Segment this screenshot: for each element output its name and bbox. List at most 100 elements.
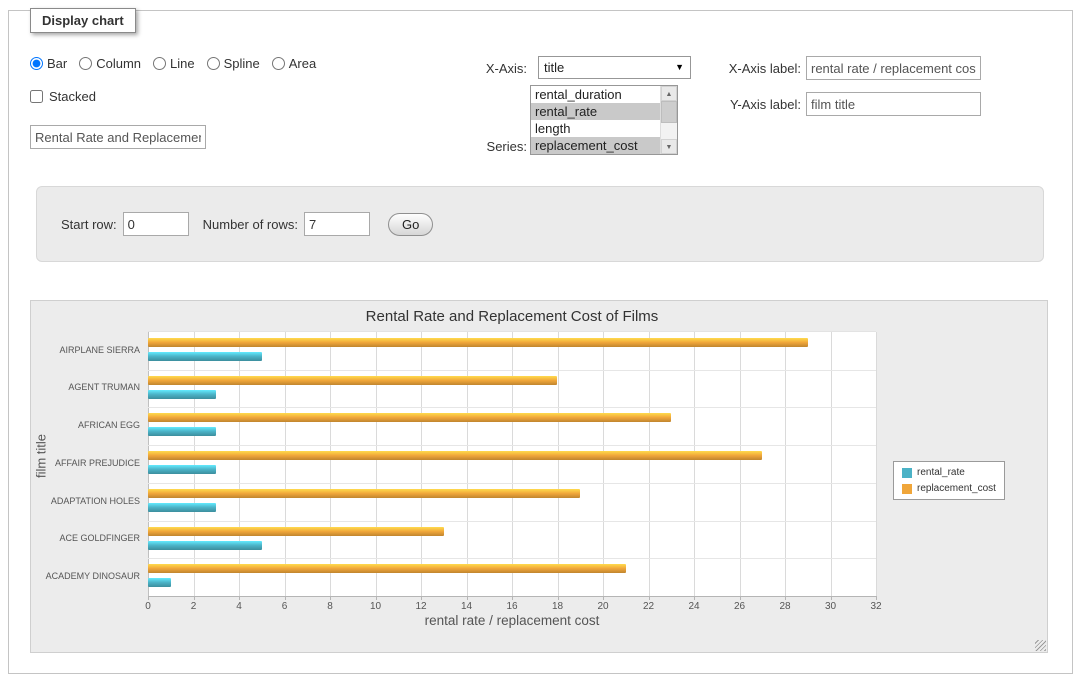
x-tick-label: 18 [552, 601, 563, 612]
series-option-rental_rate[interactable]: rental_rate [531, 103, 661, 120]
x-tick-label: 2 [191, 601, 197, 612]
x-axis-select[interactable]: title ▼ [538, 56, 691, 79]
tick-mark [603, 596, 604, 600]
series-scrollbar[interactable]: ▲ ▼ [660, 86, 677, 154]
x-tick-label: 6 [282, 601, 288, 612]
x-axis-ticks: 02468101214161820222426283032 [148, 596, 876, 614]
category-label: ACE GOLDFINGER [59, 533, 140, 543]
tick-mark [421, 596, 422, 600]
x-tick-label: 32 [870, 601, 881, 612]
chart-panel: Rental Rate and Replacement Cost of Film… [30, 300, 1048, 653]
bar-replacement_cost [148, 451, 762, 460]
display-chart-fieldset: Display chart Bar Column Line Spline Area St… [8, 10, 1073, 674]
x-tick-label: 8 [327, 601, 333, 612]
bar-replacement_cost [148, 564, 626, 573]
category-label: AIRPLANE SIERRA [59, 345, 140, 355]
tick-mark [467, 596, 468, 600]
tick-mark [785, 596, 786, 600]
bar-rental_rate [148, 465, 216, 474]
x-tick-label: 26 [734, 601, 745, 612]
legend-label: rental_rate [917, 467, 965, 478]
x-axis-title-input[interactable] [806, 56, 981, 80]
plot-area: AIRPLANE SIERRAAGENT TRUMANAFRICAN EGGAF… [148, 331, 876, 597]
x-tick-label: 20 [597, 601, 608, 612]
series-option-length[interactable]: length [531, 120, 661, 137]
series-listbox[interactable]: rental_durationrental_ratelengthreplacem… [530, 85, 678, 155]
category-label: ADAPTATION HOLES [51, 496, 140, 506]
start-row-label: Start row: [61, 217, 117, 232]
series-label-text: Series: [427, 139, 527, 154]
page: Display chart Bar Column Line Spline Area St… [0, 0, 1081, 681]
chart-type-option-bar[interactable]: Bar [30, 56, 67, 71]
bar-rental_rate [148, 503, 216, 512]
x-tick-label: 22 [643, 601, 654, 612]
stacked-option[interactable]: Stacked [30, 89, 96, 104]
number-of-rows-label: Number of rows: [203, 217, 298, 232]
x-tick-label: 28 [779, 601, 790, 612]
x-tick-label: 14 [461, 601, 472, 612]
chart-type-option-line[interactable]: Line [153, 56, 195, 71]
chevron-down-icon: ▼ [675, 57, 684, 78]
chart-type-option-spline[interactable]: Spline [207, 56, 260, 71]
x-axis-selected-value: title [544, 60, 564, 75]
chart-title-input[interactable] [30, 125, 206, 149]
chart-type-radio-bar[interactable] [30, 57, 43, 70]
x-tick-label: 24 [688, 601, 699, 612]
scrollbar-thumb[interactable] [661, 101, 677, 123]
tick-mark [558, 596, 559, 600]
bar-replacement_cost [148, 338, 808, 347]
category-band: AFRICAN EGG [148, 407, 876, 445]
x-tick-label: 30 [825, 601, 836, 612]
chart-type-radio-line[interactable] [153, 57, 166, 70]
tick-mark [239, 596, 240, 600]
category-label: ACADEMY DINOSAUR [46, 571, 140, 581]
series-options: rental_durationrental_ratelengthreplacem… [531, 86, 661, 154]
fieldset-legend: Display chart [30, 8, 136, 33]
tick-mark [330, 596, 331, 600]
rows-panel: Start row: Number of rows: Go [36, 186, 1044, 262]
category-label: AFFAIR PREJUDICE [55, 458, 140, 468]
category-band: AGENT TRUMAN [148, 370, 876, 408]
category-band: AFFAIR PREJUDICE [148, 445, 876, 483]
category-band: AIRPLANE SIERRA [148, 332, 876, 370]
scroll-down-icon[interactable]: ▼ [661, 139, 677, 154]
chart-type-option-label: Line [170, 56, 195, 71]
chart-type-option-label: Area [289, 56, 316, 71]
tick-mark [740, 596, 741, 600]
chart-type-radio-spline[interactable] [207, 57, 220, 70]
resize-grip-icon[interactable] [1035, 640, 1046, 651]
series-option-rental_duration[interactable]: rental_duration [531, 86, 661, 103]
chart-type-option-column[interactable]: Column [79, 56, 141, 71]
chart-type-option-area[interactable]: Area [272, 56, 316, 71]
legend-item-rental_rate[interactable]: rental_rate [902, 467, 996, 478]
bar-replacement_cost [148, 489, 580, 498]
x-axis-title-label-text: X-Axis label: [701, 61, 801, 76]
legend-item-replacement_cost[interactable]: replacement_cost [902, 483, 996, 494]
x-axis-title: rental rate / replacement cost [148, 613, 876, 628]
category-label: AFRICAN EGG [78, 420, 140, 430]
go-button[interactable]: Go [388, 213, 433, 236]
chart-type-radio-column[interactable] [79, 57, 92, 70]
series-option-replacement_cost[interactable]: replacement_cost [531, 137, 661, 154]
tick-mark [649, 596, 650, 600]
x-tick-label: 4 [236, 601, 242, 612]
bar-replacement_cost [148, 413, 671, 422]
tick-mark [376, 596, 377, 600]
scroll-up-icon[interactable]: ▲ [661, 86, 677, 101]
number-of-rows-input[interactable] [304, 212, 370, 236]
y-axis-title-input[interactable] [806, 92, 981, 116]
bar-rental_rate [148, 427, 216, 436]
stacked-checkbox[interactable] [30, 90, 43, 103]
chart-type-radio-area[interactable] [272, 57, 285, 70]
tick-mark [831, 596, 832, 600]
bar-rental_rate [148, 578, 171, 587]
tick-mark [148, 596, 149, 600]
stacked-label: Stacked [49, 89, 96, 104]
bar-replacement_cost [148, 376, 557, 385]
category-label: AGENT TRUMAN [68, 382, 140, 392]
bar-rental_rate [148, 390, 216, 399]
legend-label: replacement_cost [917, 483, 996, 494]
y-axis-title-label-text: Y-Axis label: [701, 97, 801, 112]
gridline [876, 332, 877, 596]
start-row-input[interactable] [123, 212, 189, 236]
